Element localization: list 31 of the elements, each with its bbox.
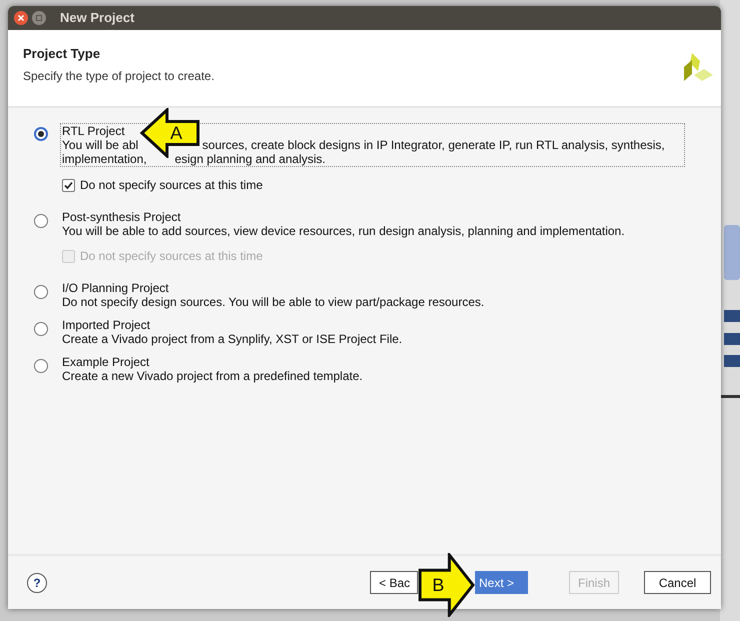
checkbox-label[interactable]: Do not specify sources at this time (80, 176, 263, 194)
option-description: You will be abl (62, 138, 138, 152)
dialog-button[interactable]: < Bac (370, 571, 418, 594)
option-description: esign planning and analysis. (174, 152, 326, 166)
radio-button[interactable] (34, 214, 48, 228)
option-description: Create a new Vivado project from a predefined template. (62, 369, 363, 383)
radio-button[interactable] (34, 127, 48, 141)
callout-label: A (170, 123, 182, 143)
dialog-button[interactable]: Next > (475, 571, 528, 594)
radio-button[interactable] (34, 322, 48, 336)
option-description: implementation, (62, 152, 147, 166)
option-label[interactable]: Imported Project (62, 318, 150, 332)
logo-icon (684, 53, 713, 82)
page-subtitle: Specify the type of project to create. (23, 68, 214, 84)
dialog-button[interactable]: Cancel (644, 571, 711, 594)
option-description: Create a Vivado project from a Synplify, XST or ISE Project File. (62, 332, 402, 346)
close-icon[interactable] (14, 11, 28, 25)
callout-label: B (432, 575, 444, 595)
help-button[interactable]: ? (27, 572, 47, 592)
option-label[interactable]: Post-synthesis Project (62, 210, 181, 224)
option-label[interactable]: I/O Planning Project (62, 281, 169, 295)
option-description: You will be able to add sources, view device resources, run design analysis, planning and implementation. (62, 224, 625, 238)
checkbox[interactable] (62, 178, 75, 192)
page-title: Project Type (23, 45, 102, 63)
option-description: Do not specify design sources. You will be able to view part/package resources. (62, 295, 484, 309)
option-label[interactable]: Example Project (62, 355, 150, 369)
window-title: New Project (60, 9, 134, 28)
option-label[interactable]: RTL Project (62, 124, 125, 138)
radio-button[interactable] (34, 285, 48, 299)
option-description: sources, create block designs in IP Integrator, generate IP, run RTL analysis, synthesis, (202, 138, 665, 152)
radio-button[interactable] (34, 359, 48, 373)
